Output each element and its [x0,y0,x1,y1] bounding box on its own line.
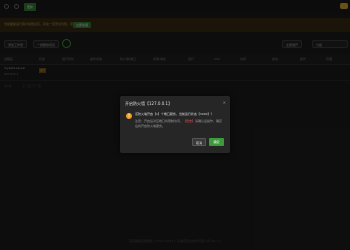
confirm-dialog: 开启防火墙【127.0.0.1】 ✕ ! 该防火墙开启【1】个端口服务，当前运行… [120,96,230,153]
dialog-title: 开启防火墙【127.0.0.1】 [125,101,173,106]
dialog-note: 注意：开启后对应端口将限制访问，【警告】请确认后操作，确定后将开启防火墙服务。 [135,119,225,128]
cancel-button[interactable]: 取消 [192,138,206,146]
warning-icon: ! [126,113,132,119]
close-icon[interactable]: ✕ [223,100,226,105]
note-warning: 【警告】 [183,119,196,123]
note-prefix: 注意：开启后对应端口将限制访问， [135,119,184,123]
dialog-message: 该防火墙开启【1】个端口服务，当前运行状态【3000】？ [135,112,214,116]
confirm-button[interactable]: 确定 [209,138,224,146]
